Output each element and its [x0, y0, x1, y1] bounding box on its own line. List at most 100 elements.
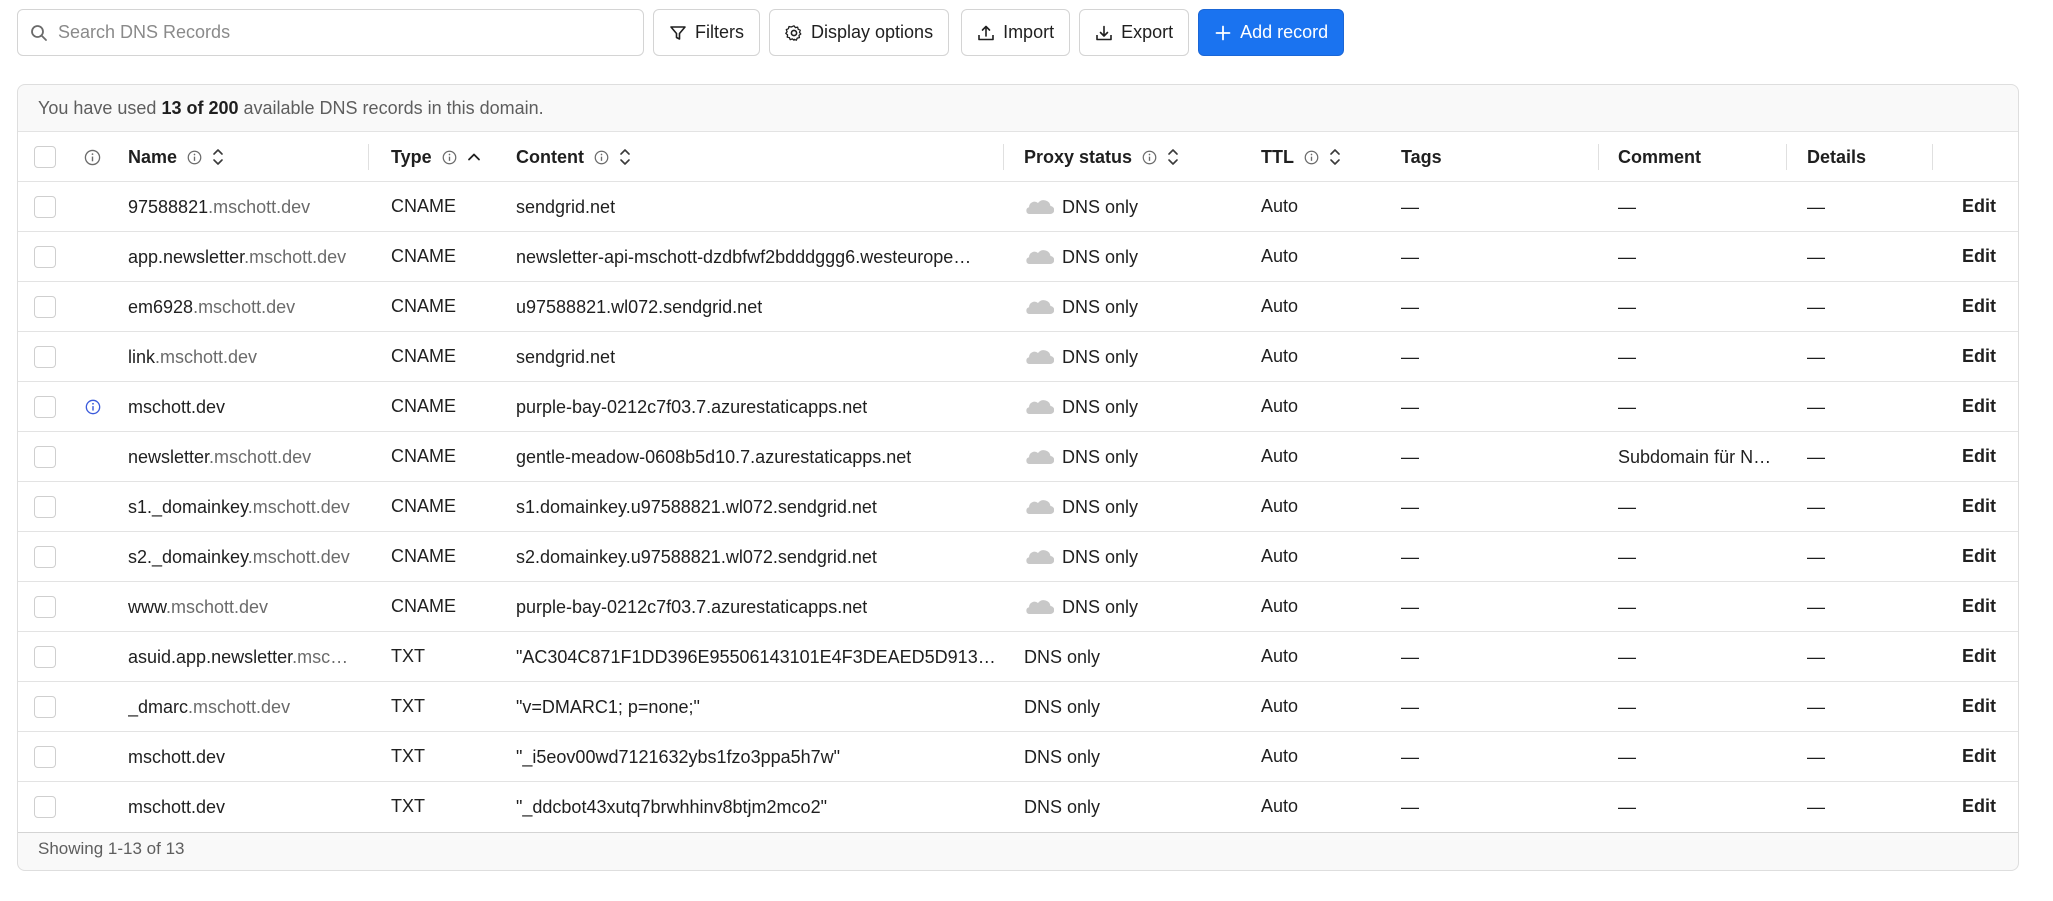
record-content: sendgrid.net: [516, 182, 996, 232]
display-options-button[interactable]: Display options: [769, 9, 950, 56]
sort-ascending-icon[interactable]: [467, 150, 481, 164]
table-row[interactable]: mschott.dev CNAME purple-bay-0212c7f03.7.a…: [18, 382, 2018, 432]
row-checkbox[interactable]: [34, 346, 56, 368]
add-record-button[interactable]: Add record: [1198, 9, 1345, 56]
row-checkbox[interactable]: [34, 196, 56, 218]
table-row[interactable]: asuid.app.newsletter.msc… TXT "AC304C871F1…: [18, 632, 2018, 682]
row-checkbox[interactable]: [34, 546, 56, 568]
proxy-status-label: DNS only: [1062, 496, 1139, 517]
row-select-cell: [34, 532, 56, 582]
table-row[interactable]: www.mschott.dev CNAME purple-bay-0212c7f03…: [18, 582, 2018, 632]
column-content[interactable]: Content: [516, 132, 631, 182]
sort-icon[interactable]: [212, 148, 224, 166]
proxy-status-label: DNS only: [1062, 296, 1139, 317]
export-button[interactable]: Export: [1079, 9, 1190, 56]
record-content-value: s2.domainkey.u97588821.wl072.sendgrid.ne…: [516, 546, 877, 567]
edit-record-link[interactable]: Edit: [1962, 631, 1996, 681]
record-content: "AC304C871F1DD396E95506143101E4F3DEAED5D…: [516, 632, 996, 682]
record-content-value: "_ddcbot43xutq7brwhhinv8btjm2mco2": [516, 796, 827, 817]
record-type: CNAME: [391, 245, 457, 266]
record-comment: —: [1618, 182, 1778, 232]
table-row[interactable]: app.newsletter.mschott.dev CNAME newslette…: [18, 232, 2018, 282]
table-row[interactable]: mschott.dev TXT "_ddcbot43xutq7brwhhinv8bt…: [18, 782, 2018, 832]
search-input[interactable]: [58, 22, 618, 43]
row-checkbox[interactable]: [34, 396, 56, 418]
search-box[interactable]: [17, 9, 644, 56]
table-row[interactable]: em6928.mschott.dev CNAME u97588821.wl072.s…: [18, 282, 2018, 332]
row-checkbox[interactable]: [34, 596, 56, 618]
filters-button[interactable]: Filters: [653, 9, 760, 56]
usage-notice: You have used 13 of 200 available DNS re…: [18, 85, 2018, 131]
column-type-label: Type: [391, 146, 432, 167]
record-comment-value: —: [1618, 346, 1636, 367]
record-tags: —: [1401, 246, 1419, 267]
row-checkbox[interactable]: [34, 646, 56, 668]
edit-record-link[interactable]: Edit: [1962, 231, 1996, 281]
record-comment-value: —: [1618, 646, 1636, 667]
row-info-cell: [85, 382, 101, 432]
info-icon: [594, 150, 609, 165]
table-row[interactable]: mschott.dev TXT "_i5eov00wd7121632ybs1fzo3…: [18, 732, 2018, 782]
info-icon: [442, 150, 457, 165]
row-checkbox[interactable]: [34, 746, 56, 768]
column-details: Details: [1807, 132, 1866, 182]
table-row[interactable]: 97588821.mschott.dev CNAME sendgrid.net DNS…: [18, 182, 2018, 232]
row-select-cell: [34, 182, 56, 232]
edit-record-link[interactable]: Edit: [1962, 731, 1996, 781]
column-name[interactable]: Name: [128, 132, 224, 182]
record-content: purple-bay-0212c7f03.7.azurestaticapps.n…: [516, 382, 996, 432]
column-ttl[interactable]: TTL: [1261, 132, 1341, 182]
column-details-label: Details: [1807, 146, 1867, 167]
row-checkbox[interactable]: [34, 446, 56, 468]
cloud-icon: [1026, 450, 1054, 465]
edit-record-link[interactable]: Edit: [1962, 331, 1996, 381]
row-checkbox[interactable]: [34, 296, 56, 318]
edit-record-link[interactable]: Edit: [1962, 581, 1996, 631]
record-proxy-status: DNS only: [1024, 482, 1138, 532]
record-content: "_i5eov00wd7121632ybs1fzo3ppa5h7w": [516, 732, 996, 782]
record-type: TXT: [391, 645, 425, 666]
sort-icon[interactable]: [1329, 148, 1341, 166]
edit-record-link[interactable]: Edit: [1962, 181, 1996, 231]
record-details: —: [1807, 746, 1825, 767]
record-name: asuid.app.newsletter.msc…: [128, 632, 368, 682]
edit-record-link[interactable]: Edit: [1962, 781, 1996, 831]
edit-record-link[interactable]: Edit: [1962, 381, 1996, 431]
row-checkbox[interactable]: [34, 496, 56, 518]
record-content-value: gentle-meadow-0608b5d10.7.azurestaticapp…: [516, 446, 912, 467]
row-checkbox[interactable]: [34, 796, 56, 818]
record-content-value: purple-bay-0212c7f03.7.azurestaticapps.n…: [516, 596, 868, 617]
column-proxy-status[interactable]: Proxy status: [1024, 132, 1179, 182]
sort-icon[interactable]: [1167, 148, 1179, 166]
table-row[interactable]: _dmarc.mschott.dev TXT "v=DMARC1; p=none;"…: [18, 682, 2018, 732]
record-content: purple-bay-0212c7f03.7.azurestaticapps.n…: [516, 582, 996, 632]
table-row[interactable]: s2._domainkey.mschott.dev CNAME s2.domaink…: [18, 532, 2018, 582]
info-icon[interactable]: [85, 399, 101, 415]
sort-icon[interactable]: [619, 148, 631, 166]
select-all-checkbox[interactable]: [34, 146, 56, 168]
record-comment-value: —: [1618, 496, 1636, 517]
edit-record-link[interactable]: Edit: [1962, 681, 1996, 731]
edit-record-link[interactable]: Edit: [1962, 531, 1996, 581]
record-comment-value: —: [1618, 396, 1636, 417]
record-ttl: Auto: [1261, 345, 1299, 366]
record-type: CNAME: [391, 445, 457, 466]
edit-record-link[interactable]: Edit: [1962, 431, 1996, 481]
column-type[interactable]: Type: [391, 132, 481, 182]
row-checkbox[interactable]: [34, 246, 56, 268]
row-checkbox[interactable]: [34, 696, 56, 718]
table-row[interactable]: link.mschott.dev CNAME sendgrid.net DNS onl…: [18, 332, 2018, 382]
record-type: TXT: [391, 745, 425, 766]
dns-records-panel: You have used 13 of 200 available DNS re…: [17, 84, 2019, 871]
edit-record-link[interactable]: Edit: [1962, 281, 1996, 331]
record-name-main: s1._domainkey: [128, 496, 248, 517]
table-row[interactable]: s1._domainkey.mschott.dev CNAME s1.domaink…: [18, 482, 2018, 532]
import-button[interactable]: Import: [961, 9, 1071, 56]
record-ttl: Auto: [1261, 395, 1299, 416]
record-type: CNAME: [391, 345, 457, 366]
table-row[interactable]: newsletter.mschott.dev CNAME gentle-meadow…: [18, 432, 2018, 482]
proxy-status-label: DNS only: [1062, 396, 1139, 417]
record-name: s1._domainkey.mschott.dev: [128, 482, 368, 532]
edit-record-link[interactable]: Edit: [1962, 481, 1996, 531]
record-ttl: Auto: [1261, 595, 1299, 616]
